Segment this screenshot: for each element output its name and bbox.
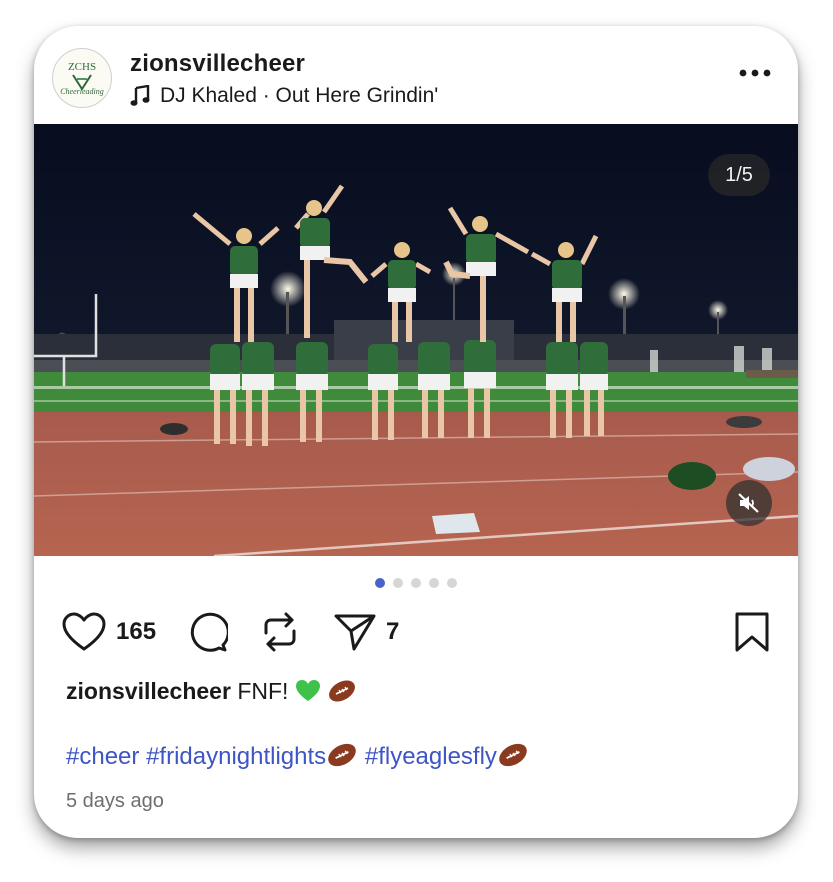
carousel-dot <box>429 578 439 588</box>
avatar-script: Cheerleading <box>60 87 104 96</box>
caption-username[interactable]: zionsvillecheer <box>66 678 231 704</box>
action-bar: 165 7 <box>62 610 774 654</box>
avatar[interactable]: ZCHS Cheerleading <box>52 48 112 108</box>
post-header: ZCHS Cheerleading zionsvillecheer DJ Kha… <box>34 26 798 124</box>
caption-text: FNF! <box>237 678 289 704</box>
media-counter: 1/5 <box>708 154 770 196</box>
post-caption: zionsvillecheer FNF! <box>66 678 357 705</box>
share-count: 7 <box>386 618 400 645</box>
carousel-dot <box>393 578 403 588</box>
carousel-dot <box>411 578 421 588</box>
audio-row[interactable]: DJ Khaled · Out Here Grindin' <box>130 83 438 109</box>
cheer-photo <box>34 124 798 556</box>
speaker-muted-icon <box>738 493 759 513</box>
comment-button[interactable] <box>186 610 228 654</box>
comment-bubble-icon <box>190 612 228 652</box>
audio-title: DJ Khaled · Out Here Grindin' <box>160 84 439 107</box>
post-card: ZCHS Cheerleading zionsvillecheer DJ Kha… <box>34 26 798 838</box>
like-count: 165 <box>116 618 157 645</box>
hashtag-row: #cheer #fridaynightlights #flyeaglesfly <box>66 742 529 771</box>
post-username[interactable]: zionsvillecheer <box>130 50 305 78</box>
carousel-dot <box>447 578 457 588</box>
save-button[interactable] <box>734 610 770 654</box>
avatar-initials: ZCHS <box>68 61 96 73</box>
post-timestamp: 5 days ago <box>66 790 164 812</box>
carousel-indicator <box>34 578 798 588</box>
share-button[interactable]: 7 <box>334 610 399 654</box>
repost-arrows-icon <box>264 612 296 652</box>
hashtag-fridaynightlights[interactable]: #fridaynightlights <box>146 743 326 770</box>
more-horizontal-icon[interactable] <box>738 66 772 80</box>
bookmark-icon <box>735 612 769 652</box>
repost-button[interactable] <box>260 610 300 654</box>
heart-icon <box>62 612 106 651</box>
mute-button[interactable] <box>726 480 772 526</box>
green-heart-icon <box>295 680 320 701</box>
football-icon <box>499 743 527 767</box>
hashtag-flyeaglesfly[interactable]: #flyeaglesfly <box>365 743 497 770</box>
carousel-dot-active <box>375 578 385 588</box>
football-icon <box>329 680 356 702</box>
paper-plane-icon <box>334 614 376 651</box>
like-button[interactable]: 165 <box>62 610 156 654</box>
post-media[interactable]: 1/5 <box>34 124 798 556</box>
music-note-icon <box>130 85 150 106</box>
football-icon <box>328 743 356 767</box>
hashtag-cheer[interactable]: #cheer <box>66 743 139 770</box>
